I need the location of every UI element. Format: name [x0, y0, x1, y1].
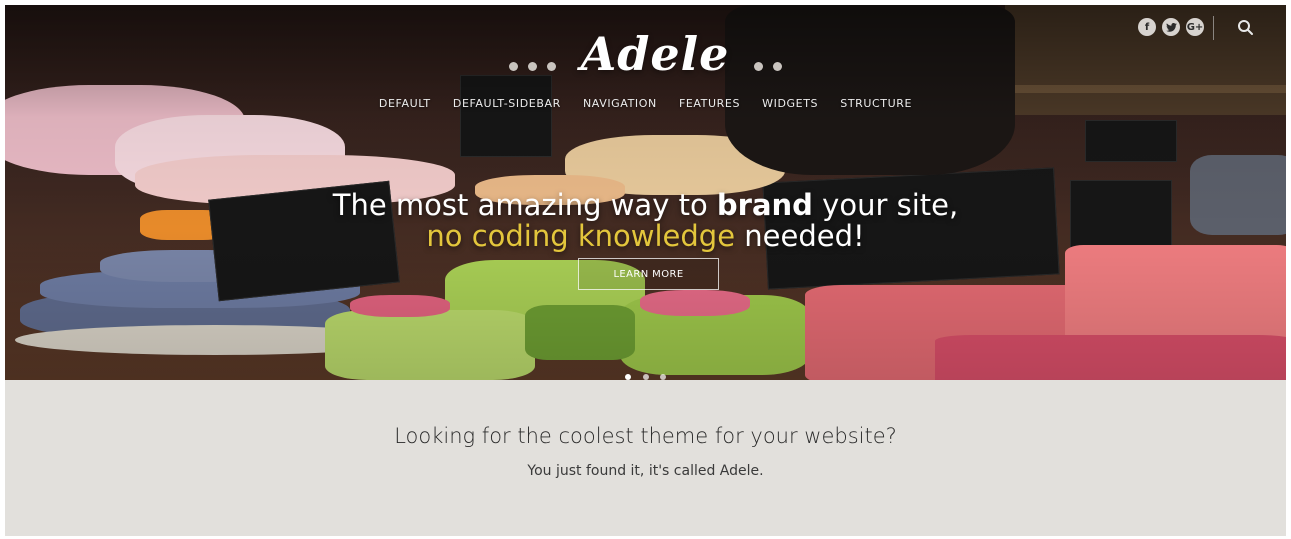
social-links: f G+	[1138, 18, 1204, 36]
learn-more-button[interactable]: LEARN MORE	[578, 258, 719, 290]
slider-pagination	[5, 365, 1286, 380]
google-plus-icon[interactable]: G+	[1186, 18, 1204, 36]
nav-item-features[interactable]: FEATURES	[679, 97, 740, 110]
nav-item-default[interactable]: DEFAULT	[379, 97, 431, 110]
logo-text[interactable]: Adele	[581, 25, 730, 83]
site-logo[interactable]: Adele	[5, 25, 1286, 83]
hero-line2-accent: no coding knowledge	[426, 219, 736, 253]
search-icon[interactable]	[1236, 18, 1256, 38]
hero-slider: Adele DEFAULT DEFAULT-SIDEBAR NAVIGATION…	[5, 5, 1286, 380]
hero-line1-post: your site,	[812, 188, 959, 222]
hero-line2-post: needed!	[735, 219, 865, 253]
nav-item-navigation[interactable]: NAVIGATION	[583, 97, 657, 110]
hero-line1-pre: The most amazing way to	[332, 188, 717, 222]
hero-headline-line2: no coding knowledge needed!	[5, 221, 1286, 252]
page-frame: Adele DEFAULT DEFAULT-SIDEBAR NAVIGATION…	[5, 5, 1286, 536]
slide-dot-3[interactable]	[659, 374, 666, 380]
logo-dots-left	[504, 56, 561, 75]
nav-item-structure[interactable]: STRUCTURE	[840, 97, 912, 110]
twitter-icon[interactable]	[1162, 18, 1180, 36]
header-divider	[1213, 16, 1214, 40]
nav-item-widgets[interactable]: WIDGETS	[762, 97, 818, 110]
intro-title: Looking for the coolest theme for your w…	[394, 424, 897, 448]
hero-line1-bold: brand	[716, 188, 813, 222]
hero-headline-line1: The most amazing way to brand your site,	[5, 190, 1286, 221]
slide-dot-1[interactable]	[625, 374, 632, 380]
main-nav: DEFAULT DEFAULT-SIDEBAR NAVIGATION FEATU…	[5, 97, 1286, 110]
nav-item-default-sidebar[interactable]: DEFAULT-SIDEBAR	[453, 97, 561, 110]
intro-subtitle: You just found it, it's called Adele.	[527, 463, 764, 479]
slide-dot-2[interactable]	[642, 374, 649, 380]
hero-headline: The most amazing way to brand your site,…	[5, 190, 1286, 252]
facebook-icon[interactable]: f	[1138, 18, 1156, 36]
logo-dots-right	[749, 56, 787, 75]
